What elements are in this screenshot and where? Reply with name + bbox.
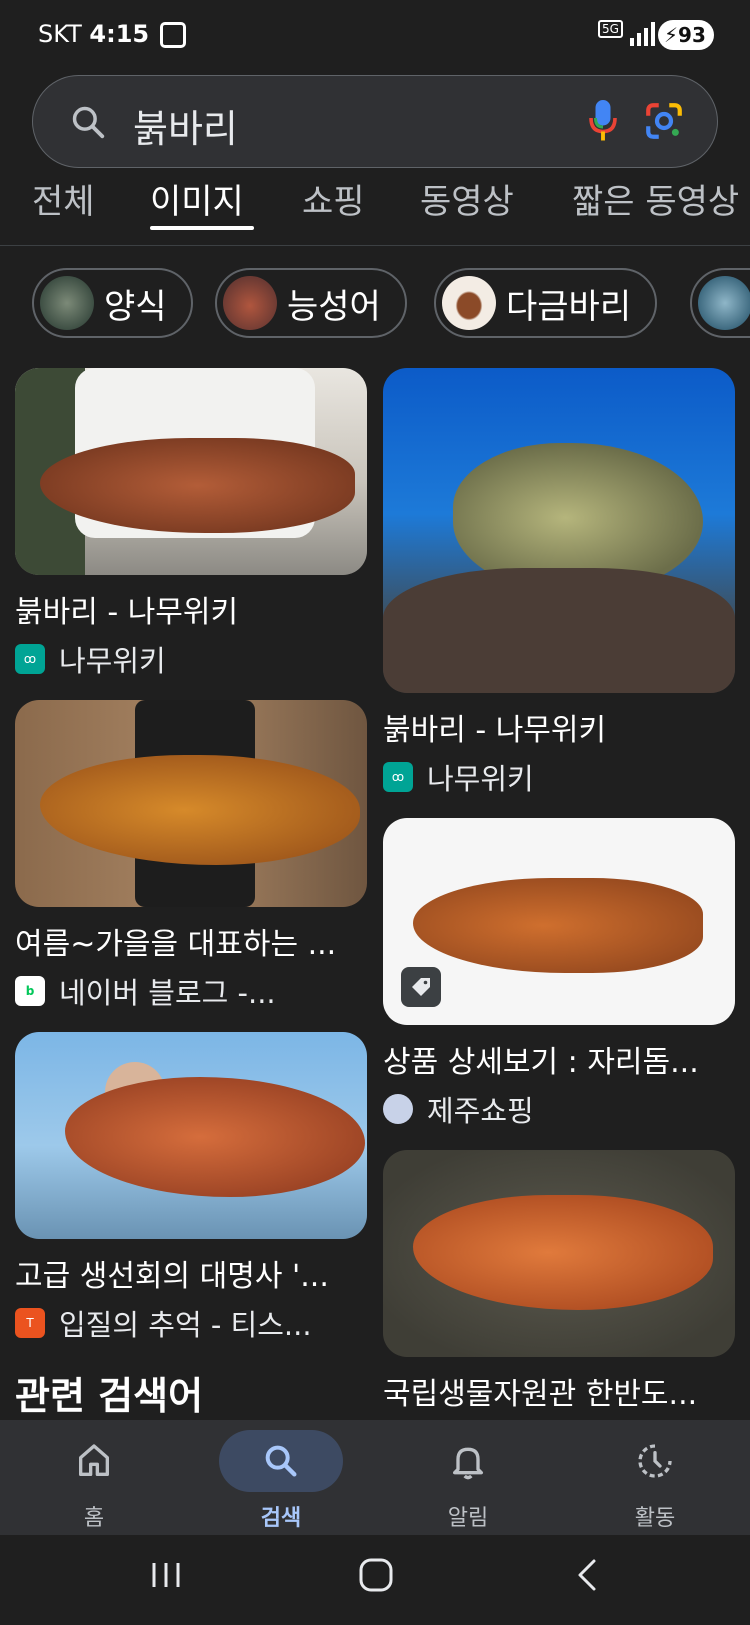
nav-label: 활동 (634, 1506, 676, 1531)
active-tab-indicator (150, 226, 254, 230)
image-result[interactable]: 고급 생선회의 대명사 '... T 입질의 추억 - 티스... (15, 1032, 367, 1342)
tab-short-videos[interactable]: 짧은 동영상 (572, 174, 739, 223)
chip-more[interactable] (690, 268, 750, 338)
result-image[interactable] (383, 818, 735, 1025)
chip-dageumbari[interactable]: 다금바리 (434, 268, 658, 338)
chip-thumbnail (442, 276, 496, 330)
search-tabs: 전체 이미지 쇼핑 동영상 짧은 동영상 (0, 170, 750, 246)
image-result[interactable]: 붉바리 - 나무위키 ꝏ 나무위키 (383, 368, 735, 796)
chip-label: 양식 (104, 286, 167, 327)
microphone-icon[interactable] (588, 98, 618, 144)
result-source-name: 나무위키 (427, 762, 534, 796)
back-icon[interactable] (572, 1555, 602, 1595)
chip-label: 다금바리 (506, 286, 632, 327)
search-icon (265, 1445, 297, 1477)
google-lens-icon[interactable] (643, 100, 685, 142)
chip-thumbnail (223, 276, 277, 330)
result-title[interactable]: 국립생물자원관 한반도... (383, 1369, 735, 1413)
result-title[interactable]: 고급 생선회의 대명사 '... (15, 1251, 367, 1295)
chip-label: 능성어 (287, 286, 381, 327)
image-result[interactable]: 붉바리 - 나무위키 ꝏ 나무위키 (15, 368, 367, 678)
result-source[interactable]: T 입질의 추억 - 티스... (15, 1307, 367, 1342)
chip-longtooth-grouper[interactable]: 능성어 (215, 268, 407, 338)
result-title[interactable]: 붉바리 - 나무위키 (383, 705, 735, 749)
tab-images[interactable]: 이미지 (150, 174, 244, 223)
result-title[interactable]: 여름~가을을 대표하는 ... (15, 919, 367, 963)
result-source-name: 나무위키 (59, 644, 166, 678)
search-bar[interactable]: 붉바리 (32, 75, 718, 168)
recent-apps-icon[interactable] (148, 1555, 184, 1595)
nav-search[interactable]: 검색 (206, 1430, 356, 1532)
tab-videos[interactable]: 동영상 (420, 174, 514, 223)
result-image[interactable] (15, 1032, 367, 1239)
status-carrier-time: SKT 4:15 (38, 20, 150, 48)
nav-activity[interactable]: 활동 (580, 1430, 730, 1532)
related-searches-heading: 관련 검색어 (15, 1374, 204, 1418)
nav-home[interactable]: 홈 (19, 1430, 169, 1532)
chip-thumbnail (698, 276, 750, 330)
result-source[interactable]: ꝏ 나무위키 (15, 643, 367, 678)
image-result[interactable]: 상품 상세보기 : 자리돔... 제주쇼핑 (383, 818, 735, 1128)
result-image[interactable] (15, 700, 367, 907)
nav-label: 홈 (83, 1506, 105, 1531)
nav-label: 알림 (447, 1506, 489, 1531)
result-source[interactable]: b 네이버 블로그 -... (15, 975, 367, 1010)
chip-thumbnail (40, 276, 94, 330)
result-image[interactable] (383, 368, 735, 693)
result-title[interactable]: 상품 상세보기 : 자리돔... (383, 1037, 735, 1081)
nav-label: 검색 (260, 1506, 302, 1531)
namuwiki-favicon-icon: ꝏ (383, 762, 413, 792)
image-result[interactable]: 여름~가을을 대표하는 ... b 네이버 블로그 -... (15, 700, 367, 1010)
tab-shopping[interactable]: 쇼핑 (302, 174, 365, 223)
screen-record-icon (160, 22, 186, 48)
tab-all[interactable]: 전체 (32, 174, 95, 223)
battery-indicator: ⚡93 (658, 20, 714, 50)
home-icon (79, 1444, 110, 1476)
result-title[interactable]: 붉바리 - 나무위키 (15, 587, 367, 631)
status-bar: SKT 4:15 5G ⚡93 (0, 0, 750, 70)
signal-icon (630, 22, 656, 46)
naver-blog-favicon-icon: b (15, 976, 45, 1006)
namuwiki-favicon-icon: ꝏ (15, 644, 45, 674)
result-source-name: 입질의 추억 - 티스... (59, 1308, 312, 1342)
bell-icon (453, 1447, 483, 1480)
nav-notifications[interactable]: 알림 (393, 1430, 543, 1532)
result-source-name: 네이버 블로그 -... (59, 976, 276, 1010)
chip-farming[interactable]: 양식 (32, 268, 193, 338)
network-type: 5G (598, 20, 623, 38)
filter-chips: 양식 능성어 다금바리 (0, 268, 750, 338)
image-result[interactable]: 국립생물자원관 한반도... (383, 1150, 735, 1413)
search-icon (72, 106, 105, 139)
system-navigation-bar (0, 1535, 750, 1625)
home-button-icon[interactable] (356, 1555, 396, 1595)
activity-history-icon (638, 1444, 672, 1478)
globe-favicon-icon (383, 1094, 413, 1124)
product-tag-icon (401, 967, 441, 1007)
bottom-navigation: 홈 검색 알림 활동 (0, 1420, 750, 1535)
result-source[interactable]: 제주쇼핑 (383, 1093, 735, 1128)
tistory-favicon-icon: T (15, 1308, 45, 1338)
result-image[interactable] (383, 1150, 735, 1357)
search-query[interactable]: 붉바리 (133, 98, 238, 153)
active-nav-pill (219, 1430, 343, 1492)
result-source-name: 제주쇼핑 (427, 1094, 534, 1128)
result-source[interactable]: ꝏ 나무위키 (383, 761, 735, 796)
result-image[interactable] (15, 368, 367, 575)
